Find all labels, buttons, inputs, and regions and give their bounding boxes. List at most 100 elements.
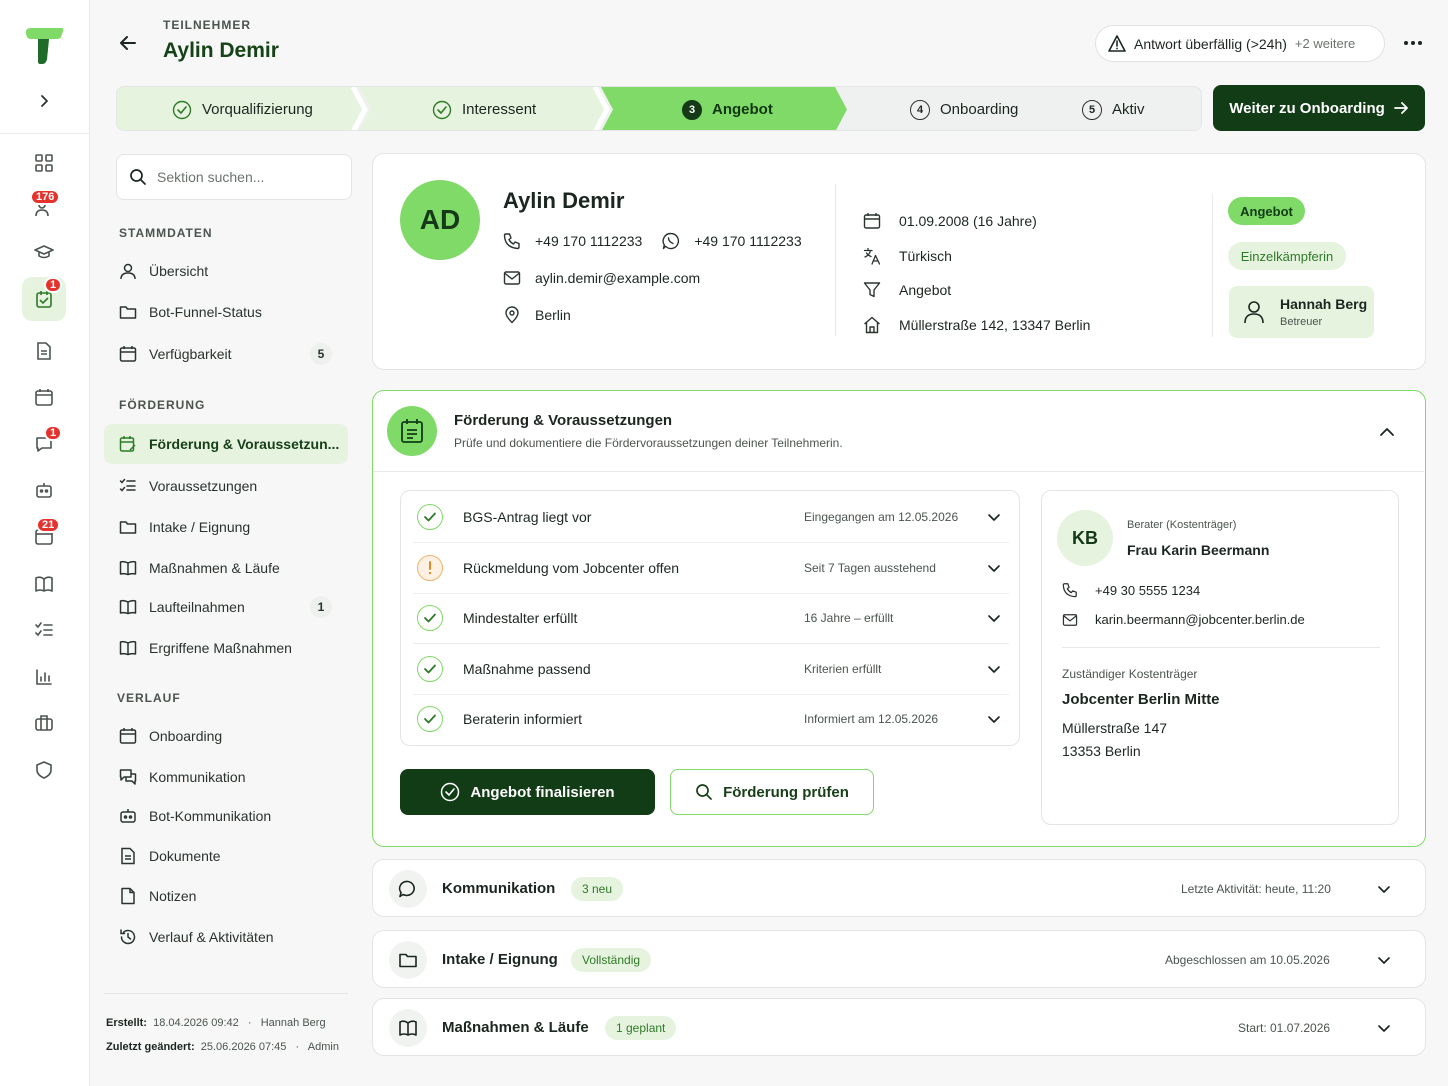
overdue-alert-button[interactable]: Antwort überfällig (>24h) +2 weitere	[1095, 25, 1385, 62]
section-kommunikation[interactable]: Kommunikation 3 neu Letzte Aktivität: he…	[372, 859, 1426, 917]
nav-item-label: Maßnahmen & Läufe	[149, 560, 280, 576]
rail-checklists[interactable]	[22, 608, 66, 652]
requirements-checklist: BGS-Antrag liegt vor Eingegangen am 12.0…	[400, 490, 1020, 746]
nav-item-label: Voraussetzungen	[149, 478, 258, 494]
section-meta: Start: 01.07.2026	[1238, 1021, 1331, 1035]
rail-dashboard[interactable]	[22, 141, 66, 185]
check-status: Kriterien erfüllt	[804, 662, 882, 676]
check-row-bgs-antrag[interactable]: BGS-Antrag liegt vor Eingegangen am 12.0…	[401, 492, 1021, 542]
org-label: Zuständiger Kostenträger	[1062, 667, 1198, 681]
meta-changed: Zuletzt geändert: 25.06.2026 07:45 · Adm…	[106, 1041, 339, 1053]
berater-phone[interactable]: +49 30 5555 1234	[1095, 583, 1200, 598]
check-row-mindestalter[interactable]: Mindestalter erfüllt 16 Jahre – erfüllt	[401, 593, 1021, 643]
profile-email-row: aylin.demir@example.com	[503, 270, 700, 286]
overdue-alert-more: +2 weitere	[1294, 36, 1356, 51]
nav-item-laufteilnahmen[interactable]: Laufteilnahmen 1	[104, 587, 348, 627]
check-circle-icon	[432, 100, 452, 119]
profile-address-row: Müllerstraße 142, 13347 Berlin	[863, 316, 1090, 334]
advisor-chip[interactable]: Hannah Berg Betreuer	[1229, 286, 1374, 338]
profile-birth: 01.09.2008 (16 Jahre)	[899, 213, 1037, 229]
profile-whatsapp[interactable]: +49 170 1112233	[694, 233, 801, 249]
overdue-alert-label: Antwort überfällig (>24h)	[1134, 35, 1287, 52]
nav-item-onboarding[interactable]: Onboarding	[104, 716, 348, 756]
finalize-offer-button[interactable]: Angebot finalisieren	[400, 769, 655, 815]
nav-item-count: 1	[310, 596, 332, 618]
rail-security[interactable]	[22, 748, 66, 792]
check-label: BGS-Antrag liegt vor	[463, 509, 592, 525]
profile-phone[interactable]: +49 170 1112233	[535, 233, 642, 249]
step-aktiv[interactable]: 5 Aktiv	[1082, 87, 1145, 130]
chevron-down-icon	[1378, 957, 1390, 964]
step-interessent[interactable]: Interessent	[432, 87, 536, 130]
nav-item-foerderung-voraussetzungen[interactable]: Förderung & Voraussetzun...	[104, 424, 348, 464]
phone-icon	[503, 233, 520, 250]
book-icon	[119, 640, 137, 656]
chat-badge: 1	[44, 425, 63, 441]
nav-item-intake-eignung[interactable]: Intake / Eignung	[104, 507, 348, 547]
check-row-beraterin[interactable]: Beraterin informiert Informiert am 12.05…	[401, 694, 1021, 744]
step-label: Onboarding	[940, 101, 1019, 118]
rail-chat[interactable]: 1	[22, 422, 66, 466]
advisor-name: Hannah Berg	[1280, 296, 1368, 312]
arrow-left-icon	[120, 36, 136, 50]
expand-rail-button[interactable]	[31, 88, 57, 114]
meta-created-by: Hannah Berg	[260, 1017, 326, 1029]
rail-jobs[interactable]	[22, 701, 66, 745]
rail-schedule[interactable]: 21	[22, 514, 66, 558]
nav-item-notizen[interactable]: Notizen	[104, 876, 348, 916]
book-icon-wrap	[389, 1009, 427, 1047]
section-search-input[interactable]	[157, 169, 337, 185]
checklist-icon	[35, 622, 53, 637]
berater-name: Frau Karin Beermann	[1127, 542, 1270, 558]
step-number: 3	[682, 99, 702, 120]
section-search[interactable]	[116, 154, 352, 200]
user-icon	[1244, 301, 1264, 324]
document-icon	[37, 342, 51, 360]
nav-item-bot-funnel-status[interactable]: Bot-Funnel-Status	[104, 292, 348, 332]
search-icon	[130, 169, 146, 185]
nav-item-verfuegbarkeit[interactable]: Verfügbarkeit 5	[104, 334, 348, 374]
rail-participants[interactable]: 1	[22, 277, 66, 321]
rail-community[interactable]: 176	[22, 186, 66, 230]
history-icon	[120, 929, 136, 945]
rail-reports[interactable]	[22, 655, 66, 699]
nav-item-dokumente[interactable]: Dokumente	[104, 836, 348, 876]
avatar: AD	[400, 180, 480, 260]
check-row-jobcenter[interactable]: Rückmeldung vom Jobcenter offen Seit 7 T…	[401, 543, 1021, 593]
check-row-massnahme[interactable]: Maßnahme passend Kriterien erfüllt	[401, 644, 1021, 694]
translate-icon	[863, 247, 881, 265]
user-icon	[120, 263, 136, 280]
rail-library[interactable]	[22, 562, 66, 606]
profile-divider	[835, 184, 836, 336]
back-button[interactable]	[117, 32, 141, 54]
folder-icon-wrap	[389, 941, 427, 979]
step-onboarding[interactable]: 4 Onboarding	[910, 87, 1019, 130]
nav-item-ergriffene-massnahmen[interactable]: Ergriffene Maßnahmen	[104, 628, 348, 668]
nav-item-voraussetzungen[interactable]: Voraussetzungen	[104, 466, 348, 506]
rail-documents[interactable]	[22, 329, 66, 373]
section-intake-eignung[interactable]: Intake / Eignung Vollständig Abgeschloss…	[372, 930, 1426, 988]
berater-email[interactable]: karin.beermann@jobcenter.berlin.de	[1095, 612, 1305, 627]
next-step-button[interactable]: Weiter zu Onboarding	[1213, 85, 1425, 131]
section-massnahmen-laeufe[interactable]: Maßnahmen & Läufe 1 geplant Start: 01.07…	[372, 998, 1426, 1056]
step-vorqualifizierung[interactable]: Vorqualifizierung	[172, 87, 313, 130]
nav-item-massnahmen-laeufe[interactable]: Maßnahmen & Läufe	[104, 548, 348, 588]
chevron-down-icon	[988, 666, 1000, 673]
more-options-button[interactable]	[1398, 30, 1428, 56]
rail-calendar[interactable]	[22, 375, 66, 419]
profile-address: Müllerstraße 142, 13347 Berlin	[899, 317, 1091, 333]
folder-icon	[399, 953, 417, 968]
collapse-foerderung-button[interactable]	[1374, 419, 1400, 445]
nav-item-verlauf-aktivitaeten[interactable]: Verlauf & Aktivitäten	[104, 917, 348, 957]
nav-item-kommunikation[interactable]: Kommunikation	[104, 757, 348, 797]
step-angebot[interactable]: 3 Angebot	[682, 87, 773, 130]
app-logo[interactable]	[22, 26, 66, 66]
nav-item-uebersicht[interactable]: Übersicht	[104, 251, 348, 291]
profile-email[interactable]: aylin.demir@example.com	[535, 270, 700, 286]
nav-item-bot-kommunikation[interactable]: Bot-Kommunikation	[104, 796, 348, 836]
rail-academy[interactable]	[22, 230, 66, 274]
rail-bot[interactable]	[22, 468, 66, 512]
foerderung-icon-wrap	[387, 406, 437, 456]
step-number: 5	[1082, 99, 1102, 120]
check-funding-button[interactable]: Förderung prüfen	[670, 769, 874, 815]
